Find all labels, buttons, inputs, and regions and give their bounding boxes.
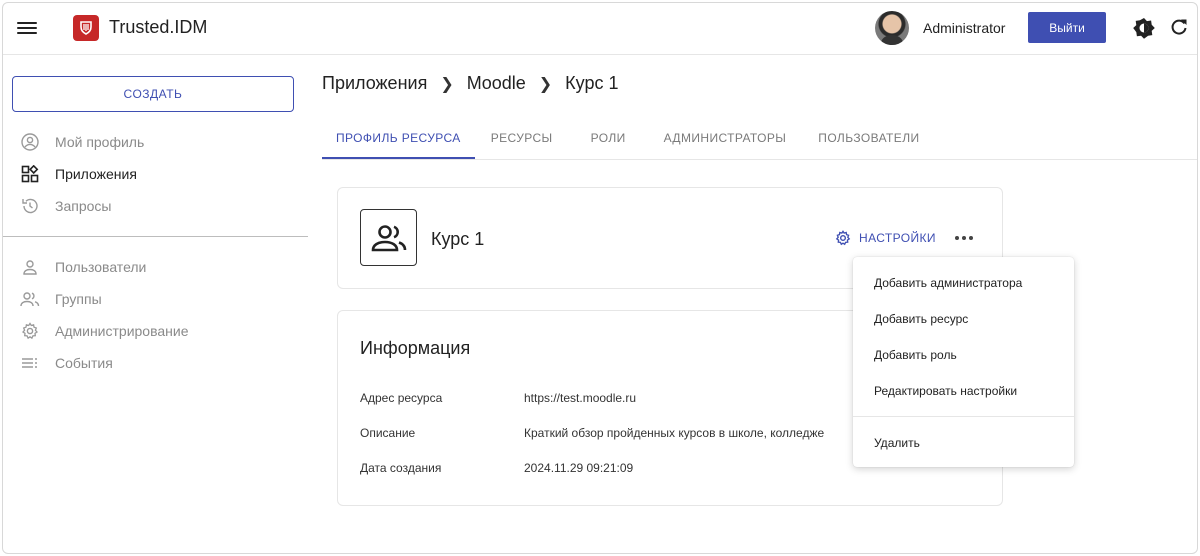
menu-item-add-role[interactable]: Добавить роль	[853, 337, 1074, 373]
chevron-right-icon: ❯	[440, 75, 454, 93]
avatar[interactable]	[875, 11, 909, 45]
menu-item-delete[interactable]: Удалить	[853, 425, 1074, 461]
group-icon	[360, 209, 417, 266]
tab-roles[interactable]: РОЛИ	[577, 121, 648, 159]
app-logo	[73, 15, 99, 41]
chevron-right-icon: ❯	[538, 75, 553, 93]
app-window: Trusted.IDM Administrator Выйти СОЗДАТЬ …	[2, 2, 1198, 554]
options-menu: Добавить администратора Добавить ресурс …	[853, 257, 1074, 467]
refresh-icon[interactable]	[1169, 17, 1189, 37]
menu-item-add-resource[interactable]: Добавить ресурс	[853, 301, 1074, 337]
menu-divider	[853, 416, 1074, 417]
list-icon	[20, 353, 40, 373]
sidebar-item-users[interactable]: Пользователи	[20, 255, 146, 279]
top-bar: Trusted.IDM Administrator Выйти	[3, 3, 1197, 55]
sidebar-divider	[3, 236, 308, 237]
tab-resources[interactable]: РЕСУРСЫ	[477, 121, 575, 159]
sidebar-item-groups[interactable]: Группы	[20, 287, 102, 311]
gear-icon	[835, 230, 851, 246]
history-icon	[20, 196, 40, 216]
menu-item-add-admin[interactable]: Добавить администратора	[853, 265, 1074, 301]
tab-administrators[interactable]: АДМИНИСТРАТОРЫ	[650, 121, 803, 159]
sidebar-item-administration[interactable]: Администрирование	[20, 319, 189, 343]
app-title: Trusted.IDM	[109, 17, 208, 37]
breadcrumb-item-applications[interactable]: Приложения	[322, 73, 427, 94]
sidebar-item-profile[interactable]: Мой профиль	[20, 130, 144, 154]
apps-icon	[20, 164, 40, 184]
sidebar-item-label: События	[55, 355, 113, 371]
logout-button[interactable]: Выйти	[1028, 12, 1106, 43]
info-value: Краткий обзор пройденных курсов в школе,…	[524, 426, 825, 440]
tab-bar: ПРОФИЛЬ РЕСУРСА РЕСУРСЫ РОЛИ АДМИНИСТРАТ…	[322, 121, 936, 159]
sidebar-item-label: Приложения	[55, 166, 137, 182]
tabs-divider	[322, 159, 1197, 160]
tab-users[interactable]: ПОЛЬЗОВАТЕЛИ	[804, 121, 933, 159]
sidebar-item-events[interactable]: События	[20, 351, 113, 375]
breadcrumb-item-moodle[interactable]: Moodle	[467, 73, 526, 94]
account-circle-icon	[20, 132, 40, 152]
menu-item-edit-settings[interactable]: Редактировать настройки	[853, 373, 1074, 409]
tab-resource-profile[interactable]: ПРОФИЛЬ РЕСУРСА	[322, 121, 475, 159]
sidebar: СОЗДАТЬ Мой профиль Приложения Запросы П…	[3, 56, 309, 553]
gear-icon	[20, 321, 40, 341]
person-icon	[20, 257, 40, 277]
sidebar-item-requests[interactable]: Запросы	[20, 194, 111, 218]
sidebar-item-label: Запросы	[55, 198, 112, 214]
breadcrumb-item-current: Курс 1	[565, 73, 619, 93]
more-options-icon[interactable]	[952, 228, 976, 248]
info-key: Адрес ресурса	[360, 391, 443, 405]
sidebar-item-label: Группы	[55, 291, 102, 307]
sidebar-item-label: Пользователи	[55, 259, 147, 275]
theme-toggle-icon[interactable]	[1133, 17, 1155, 39]
sidebar-item-applications[interactable]: Приложения	[20, 162, 137, 186]
settings-button[interactable]: НАСТРОЙКИ	[835, 230, 936, 246]
group-icon	[20, 289, 40, 309]
resource-title: Курс 1	[431, 229, 485, 249]
sidebar-item-label: Мой профиль	[55, 134, 145, 150]
info-key: Дата создания	[360, 461, 442, 475]
info-title: Информация	[360, 338, 471, 358]
info-key: Описание	[360, 426, 416, 440]
create-button[interactable]: СОЗДАТЬ	[12, 76, 294, 112]
sidebar-item-label: Администрирование	[55, 323, 189, 339]
info-value: 2024.11.29 09:21:09	[524, 461, 634, 475]
user-name: Administrator	[923, 20, 1006, 36]
info-value: https://test.moodle.ru	[524, 391, 637, 405]
menu-icon[interactable]	[17, 19, 37, 37]
breadcrumb: Приложения ❯ Moodle ❯ Курс 1	[322, 73, 618, 94]
settings-label: НАСТРОЙКИ	[859, 231, 936, 245]
